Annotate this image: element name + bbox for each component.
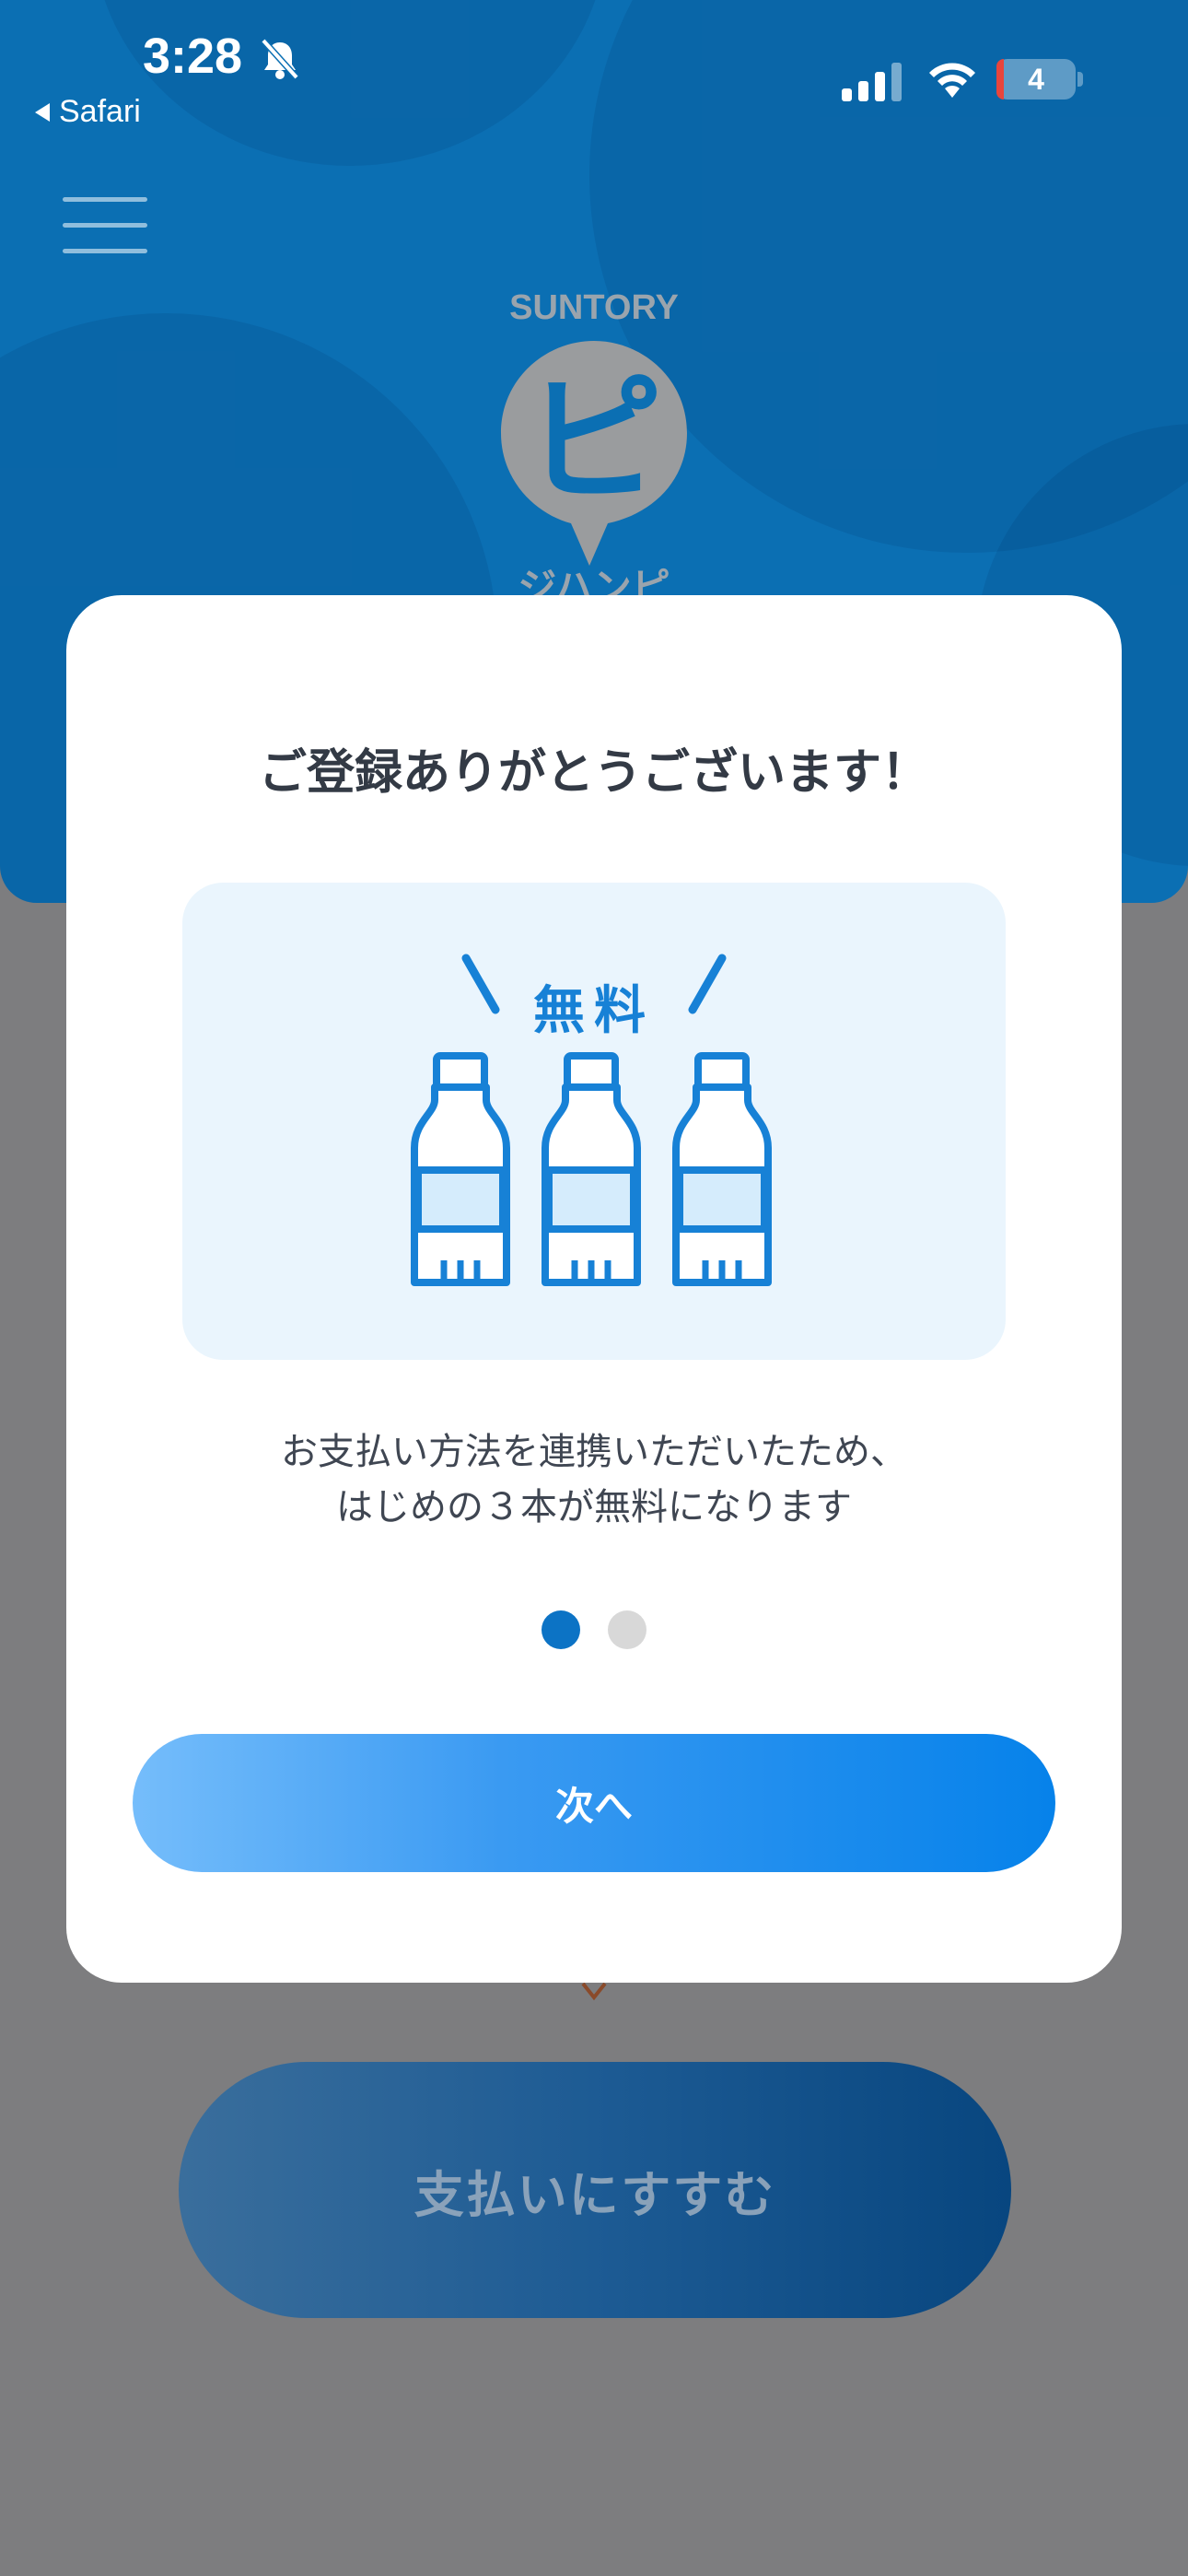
battery-percent: 4 xyxy=(1028,62,1044,96)
back-arrow-icon xyxy=(35,102,50,122)
status-time: 3:28 xyxy=(143,29,243,84)
free-badge: 無料 xyxy=(533,981,655,1041)
battery-indicator: 4 xyxy=(996,59,1076,100)
back-to-safari-link[interactable]: Safari xyxy=(35,94,141,130)
logo-mark-text: ピ xyxy=(525,361,663,521)
menu-line xyxy=(63,197,147,202)
logo-brand-text: SUNTORY xyxy=(509,288,679,327)
bottles-icon xyxy=(411,954,772,1286)
wifi-icon xyxy=(929,63,975,98)
suntory-jihanpi-logo: SUNTORY ピ ジハンピ xyxy=(501,288,687,601)
bell-slash-icon xyxy=(261,38,299,80)
description-line: はじめの３本が無料になります xyxy=(336,1486,852,1528)
free-bottles-illustration: 無料 xyxy=(182,883,1006,1360)
down-arrow-icon xyxy=(581,1982,607,2001)
proceed-to-payment-button[interactable]: 支払いにすすむ xyxy=(179,2062,1011,2318)
menu-button[interactable] xyxy=(63,192,147,258)
cellular-signal-icon xyxy=(842,63,902,101)
page-dot-active[interactable] xyxy=(542,1610,580,1649)
battery-level xyxy=(996,59,1004,100)
battery-tip xyxy=(1077,72,1083,87)
menu-line xyxy=(63,249,147,253)
modal-description: お支払い方法を連携いただいたため、 はじめの３本が無料になります xyxy=(66,1424,1122,1535)
menu-line xyxy=(63,223,147,228)
registration-complete-modal: ご登録ありがとうございます！ 無料 お支払い方法を連携いただいたため、 はじめの… xyxy=(66,595,1122,1983)
page-dot[interactable] xyxy=(608,1610,646,1649)
modal-title: ご登録ありがとうございます！ xyxy=(258,745,929,801)
back-app-label: Safari xyxy=(59,94,141,129)
description-line: お支払い方法を連携いただいたため、 xyxy=(281,1431,907,1473)
page-indicator xyxy=(66,1610,1122,1649)
next-button[interactable]: 次へ xyxy=(133,1734,1055,1872)
